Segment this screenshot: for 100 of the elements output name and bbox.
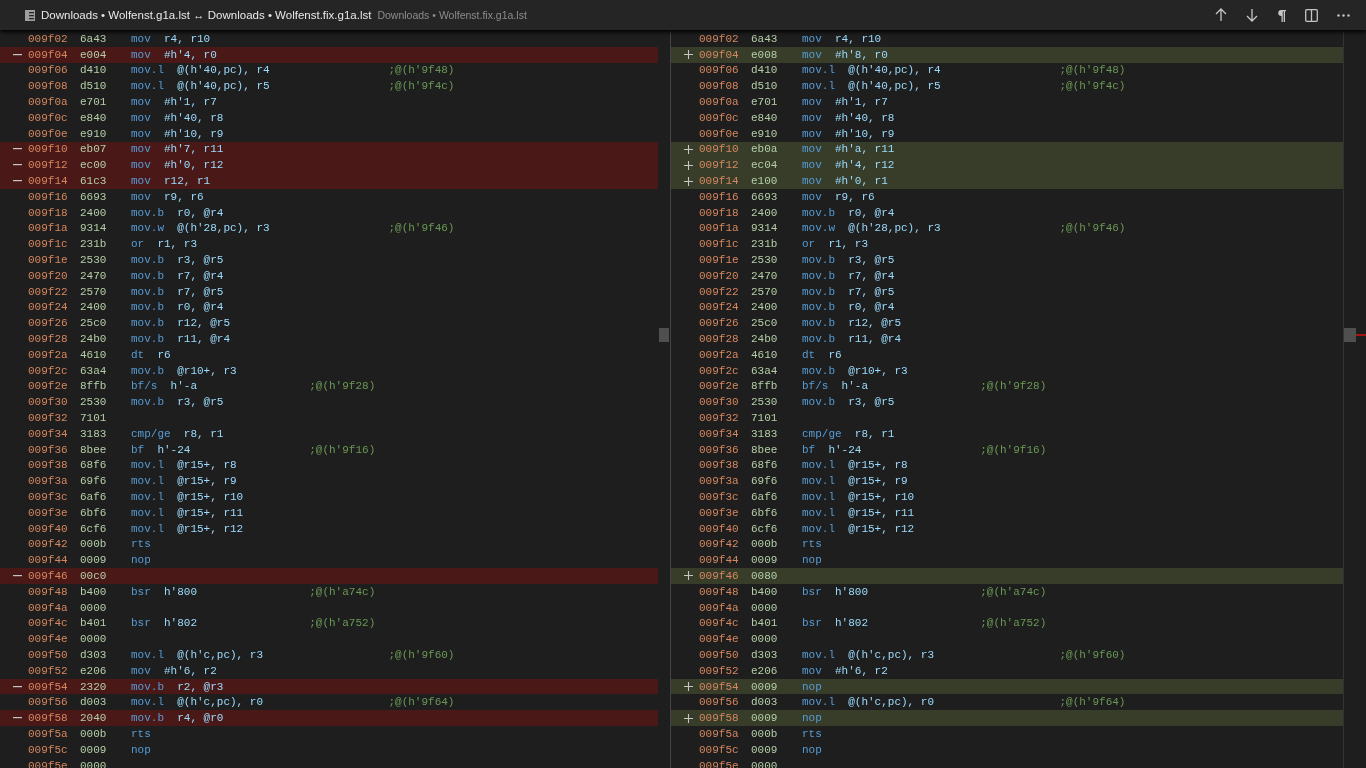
operands-text: r4, r10 [835, 32, 882, 45]
address-text: 009f4e [28, 633, 68, 646]
editor-tab-description: Downloads • Wolfenst.fix.g1a.lst [377, 9, 527, 21]
opcode-text: 000b [751, 538, 778, 551]
mnemonic-text: bsr [802, 617, 822, 630]
mnemonic-text: mov.b [802, 301, 835, 314]
operands-text: #h'10, r9 [835, 127, 895, 140]
mnemonic-text: mov.b [802, 317, 835, 330]
comment-text: ;@(h'a74c) [980, 585, 1047, 598]
arrow-up-icon[interactable] [1215, 8, 1227, 22]
address-text: 009f4e [699, 633, 739, 646]
address-text: 009f3a [699, 475, 739, 488]
operands-text: #h'6, r2 [164, 664, 217, 677]
mnemonic-text: bsr [802, 585, 822, 598]
address-text: 009f14 [28, 175, 68, 188]
operands-text: @r15+, r9 [848, 475, 908, 488]
mnemonic-text: nop [131, 743, 151, 756]
comment-text: ;@(h'9f60) [1059, 648, 1126, 661]
opcode-text: e840 [80, 111, 107, 124]
address-text: 009f2e [699, 380, 739, 393]
operands-text: r7, @r4 [177, 269, 224, 282]
address-text: 009f20 [28, 269, 68, 282]
address-text: 009f52 [699, 664, 739, 677]
address-text: 009f12 [699, 159, 739, 172]
comment-text: ;@(h'a74c) [309, 585, 376, 598]
opcode-text: 4610 [751, 348, 778, 361]
operands-text: r0, @r4 [177, 206, 224, 219]
comment-text: ;@(h'9f16) [980, 443, 1047, 456]
address-text: 009f18 [699, 206, 739, 219]
operands-text: r3, @r5 [177, 396, 224, 409]
opcode-text: e701 [751, 96, 778, 109]
operands-text: r7, @r4 [848, 269, 895, 282]
operands-text: #h'4, r0 [164, 48, 217, 61]
address-text: 009f5c [699, 743, 739, 756]
pilcrow-icon[interactable] [1277, 8, 1286, 22]
opcode-text: 0009 [751, 554, 778, 567]
scrollbar-thumb[interactable] [659, 328, 669, 342]
operands-text: @(h'40,pc), r4 [848, 64, 941, 77]
opcode-text: 231b [80, 238, 107, 251]
comment-text: ;@(h'a752) [980, 617, 1047, 630]
operands-text: r0, @r4 [177, 301, 224, 314]
operands-text: @r15+, r9 [177, 475, 237, 488]
operands-text: @(h'c,pc), r3 [177, 648, 264, 661]
opcode-text: 2470 [751, 269, 778, 282]
arrow-down-icon[interactable] [1246, 8, 1258, 22]
address-text: 009f22 [699, 285, 739, 298]
address-text: 009f20 [699, 269, 739, 282]
split-editor-icon[interactable] [1305, 8, 1318, 22]
comment-text: ;@(h'9f4c) [1059, 80, 1126, 93]
opcode-text: 000b [80, 727, 107, 740]
mnemonic-text: mov.l [131, 522, 164, 535]
mnemonic-text: or [131, 238, 145, 251]
address-text: 009f4c [699, 617, 739, 630]
address-text: 009f3c [28, 491, 68, 503]
operands-text: r1, r3 [828, 238, 868, 251]
operands-text: r7, @r5 [848, 285, 895, 298]
operands-text: r0, @r4 [848, 206, 895, 219]
address-text: 009f2c [699, 364, 739, 377]
operands-text: r12, r1 [164, 175, 211, 188]
address-text: 009f56 [28, 696, 68, 709]
operands-text: h'802 [835, 617, 868, 630]
opcode-text: 2530 [80, 254, 107, 267]
address-text: 009f3e [699, 506, 739, 519]
editor-tab-title[interactable]: Downloads • Wolfenst.g1a.lst ↔ Downloads • Wolfenst.fix.g1a.lst [41, 9, 372, 21]
mnemonic-text: rts [802, 727, 822, 740]
address-text: 009f08 [699, 80, 739, 93]
mnemonic-text: bf/s [131, 380, 158, 393]
address-text: 009f1e [699, 254, 739, 267]
mnemonic-text: mov.l [131, 696, 164, 709]
opcode-text: d510 [80, 80, 107, 93]
opcode-text: d410 [751, 64, 778, 77]
mnemonic-text: mov.b [131, 317, 164, 330]
address-text: 009f1c [699, 238, 739, 251]
operands-text: h'802 [164, 617, 197, 630]
address-text: 009f48 [28, 585, 68, 598]
operands-text: #h'1, r7 [164, 96, 217, 109]
address-text: 009f36 [699, 443, 739, 456]
address-text: 009f46 [28, 570, 68, 582]
opcode-text: 0000 [80, 633, 107, 646]
operands-text: @(h'c,pc), r3 [848, 648, 935, 661]
opcode-text: 69f6 [80, 475, 107, 488]
opcode-text: 2400 [751, 206, 778, 219]
mnemonic-text: bf [802, 443, 816, 456]
mnemonic-text: mov.l [131, 648, 164, 661]
opcode-text: e840 [751, 111, 778, 124]
opcode-text: 2530 [751, 254, 778, 267]
address-text: 009f4a [28, 601, 68, 614]
address-text: 009f5a [699, 727, 739, 740]
opcode-text: 0000 [751, 759, 778, 768]
operands-text: r12, @r5 [848, 317, 901, 330]
operands-text: h'-24 [157, 443, 191, 456]
scrollbar-thumb[interactable] [1344, 328, 1356, 342]
operands-text: #h'10, r9 [164, 127, 224, 140]
more-icon[interactable] [1337, 13, 1350, 17]
operands-text: r3, @r5 [848, 396, 895, 409]
address-text: 009f5e [28, 759, 68, 768]
address-text: 009f38 [28, 459, 68, 472]
address-text: 009f24 [28, 301, 68, 314]
address-text: 009f36 [28, 443, 68, 456]
mnemonic-text: rts [131, 727, 151, 740]
